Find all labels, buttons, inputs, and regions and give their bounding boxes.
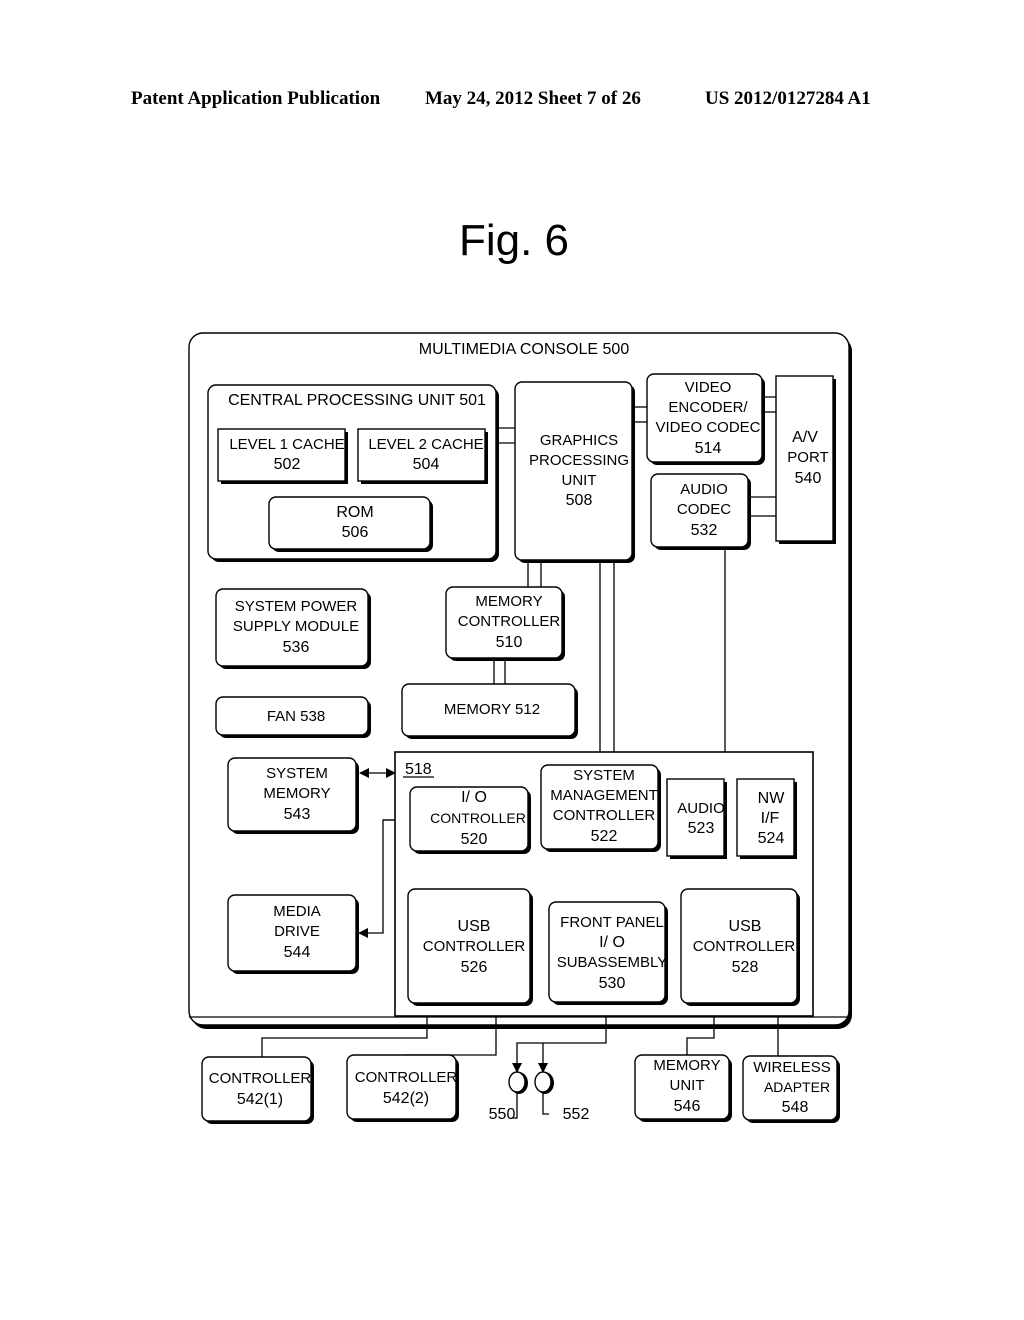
svg-text:PROCESSING: PROCESSING	[529, 452, 629, 469]
svg-text:528: 528	[732, 959, 759, 976]
controller-542-1: CONTROLLER 542(1)	[201, 1056, 314, 1124]
audio-codec: AUDIO CODEC 532	[650, 473, 751, 550]
svg-text:544: 544	[284, 944, 311, 961]
cpu-title: CENTRAL PROCESSING UNIT 501	[228, 392, 486, 409]
svg-text:ENCODER/: ENCODER/	[668, 399, 748, 416]
svg-text:526: 526	[461, 959, 488, 976]
svg-text:CODEC: CODEC	[677, 501, 731, 518]
memory-unit: MEMORY UNIT 546	[634, 1054, 732, 1122]
svg-text:LEVEL 1 CACHE: LEVEL 1 CACHE	[229, 436, 344, 453]
svg-text:ADAPTER: ADAPTER	[764, 1079, 830, 1095]
svg-text:I/F: I/F	[761, 810, 780, 827]
svg-text:A/V: A/V	[792, 429, 818, 446]
svg-text:CONTROLLER: CONTROLLER	[553, 807, 656, 824]
svg-text:AUDIO: AUDIO	[677, 800, 725, 817]
svg-text:CONTROLLER: CONTROLLER	[693, 938, 796, 955]
svg-text:MEMORY 512: MEMORY 512	[444, 701, 540, 718]
gpu: GRAPHICS PROCESSING UNIT 508	[514, 381, 635, 563]
io-controller: I/ O CONTROLLER 520	[409, 786, 531, 854]
wireless-adapter: WIRELESS ADAPTER 548	[742, 1055, 840, 1123]
svg-text:504: 504	[413, 456, 440, 473]
svg-text:CONTROLLER: CONTROLLER	[209, 1070, 312, 1087]
svg-text:I/ O: I/ O	[461, 789, 487, 806]
system-power-supply: SYSTEM POWER SUPPLY MODULE 536	[215, 588, 371, 669]
svg-text:ROM: ROM	[336, 504, 373, 521]
port-550: 550	[489, 1071, 528, 1123]
svg-text:MEMORY: MEMORY	[263, 785, 330, 802]
audio-523: AUDIO 523	[666, 778, 727, 859]
svg-text:510: 510	[496, 634, 523, 651]
svg-text:AUDIO: AUDIO	[680, 481, 728, 498]
svg-text:USB: USB	[729, 918, 762, 935]
svg-text:FAN 538: FAN 538	[267, 708, 325, 725]
svg-text:SYSTEM: SYSTEM	[573, 767, 635, 784]
video-encoder: VIDEO ENCODER/ VIDEO CODEC 514	[646, 373, 765, 465]
svg-text:542(2): 542(2)	[383, 1090, 429, 1107]
svg-text:FRONT PANEL: FRONT PANEL	[560, 914, 664, 931]
svg-text:GRAPHICS: GRAPHICS	[540, 432, 618, 449]
media-drive: MEDIA DRIVE 544	[227, 894, 359, 974]
svg-text:VIDEO CODEC: VIDEO CODEC	[655, 419, 760, 436]
svg-text:520: 520	[461, 831, 488, 848]
svg-text:NW: NW	[758, 790, 786, 807]
svg-text:542(1): 542(1)	[237, 1091, 283, 1108]
svg-text:543: 543	[284, 806, 311, 823]
svg-text:546: 546	[674, 1098, 701, 1115]
svg-text:550: 550	[489, 1106, 516, 1123]
fan: FAN 538	[215, 696, 371, 738]
rom: ROM 506	[268, 496, 433, 552]
front-panel-io: FRONT PANEL I/ O SUBASSEMBLY 530	[548, 901, 668, 1005]
usb-controller-526: USB CONTROLLER 526	[407, 888, 533, 1006]
svg-text:CONTROLLER: CONTROLLER	[430, 810, 526, 826]
svg-text:MEDIA: MEDIA	[273, 903, 321, 920]
svg-text:UNIT: UNIT	[670, 1077, 705, 1094]
console-title: MULTIMEDIA CONSOLE 500	[419, 341, 630, 358]
io-block-label: 518	[405, 761, 432, 778]
svg-text:CONTROLLER: CONTROLLER	[458, 613, 561, 630]
svg-text:522: 522	[591, 828, 618, 845]
port-552: 552	[534, 1071, 590, 1123]
svg-text:DRIVE: DRIVE	[274, 923, 320, 940]
system-management-controller: SYSTEM MANAGEMENT CONTROLLER 522	[540, 764, 661, 852]
svg-text:I/ O: I/ O	[599, 934, 625, 951]
svg-text:524: 524	[758, 830, 785, 847]
svg-text:LEVEL 2 CACHE: LEVEL 2 CACHE	[368, 436, 483, 453]
svg-text:552: 552	[563, 1106, 590, 1123]
memory: MEMORY 512	[401, 683, 578, 739]
svg-text:CONTROLLER: CONTROLLER	[423, 938, 526, 955]
svg-text:MEMORY: MEMORY	[475, 593, 542, 610]
level2-cache: LEVEL 2 CACHE 504	[357, 428, 488, 484]
usb-controller-528: USB CONTROLLER 528	[680, 888, 800, 1006]
svg-text:MANAGEMENT: MANAGEMENT	[550, 787, 658, 804]
svg-text:USB: USB	[458, 918, 491, 935]
svg-text:502: 502	[274, 456, 301, 473]
svg-text:SYSTEM POWER: SYSTEM POWER	[235, 598, 358, 615]
svg-text:532: 532	[691, 522, 718, 539]
network-interface: NW I/F 524	[736, 778, 797, 859]
controller-542-2: CONTROLLER 542(2)	[346, 1054, 459, 1122]
av-port: A/V PORT 540	[775, 375, 836, 544]
svg-text:SUPPLY MODULE: SUPPLY MODULE	[233, 618, 359, 635]
svg-text:536: 536	[283, 639, 310, 656]
svg-text:523: 523	[688, 820, 715, 837]
level1-cache: LEVEL 1 CACHE 502	[217, 428, 348, 484]
svg-text:SUBASSEMBLY: SUBASSEMBLY	[557, 954, 668, 971]
svg-text:VIDEO: VIDEO	[685, 379, 732, 396]
memory-controller: MEMORY CONTROLLER 510	[445, 586, 565, 661]
svg-text:514: 514	[695, 440, 722, 457]
svg-text:548: 548	[782, 1099, 809, 1116]
svg-text:CONTROLLER: CONTROLLER	[355, 1069, 458, 1086]
svg-text:540: 540	[795, 470, 822, 487]
svg-text:MEMORY: MEMORY	[653, 1057, 720, 1074]
svg-text:508: 508	[566, 492, 593, 509]
svg-text:530: 530	[599, 975, 626, 992]
system-memory: SYSTEM MEMORY 543	[227, 757, 359, 834]
svg-text:506: 506	[342, 524, 369, 541]
svg-text:UNIT: UNIT	[562, 472, 597, 489]
svg-text:PORT: PORT	[787, 449, 828, 466]
svg-text:SYSTEM: SYSTEM	[266, 765, 328, 782]
svg-text:WIRELESS: WIRELESS	[753, 1059, 831, 1076]
block-diagram: MULTIMEDIA CONSOLE 500 CENTRAL PROCESSIN…	[188, 332, 852, 1124]
